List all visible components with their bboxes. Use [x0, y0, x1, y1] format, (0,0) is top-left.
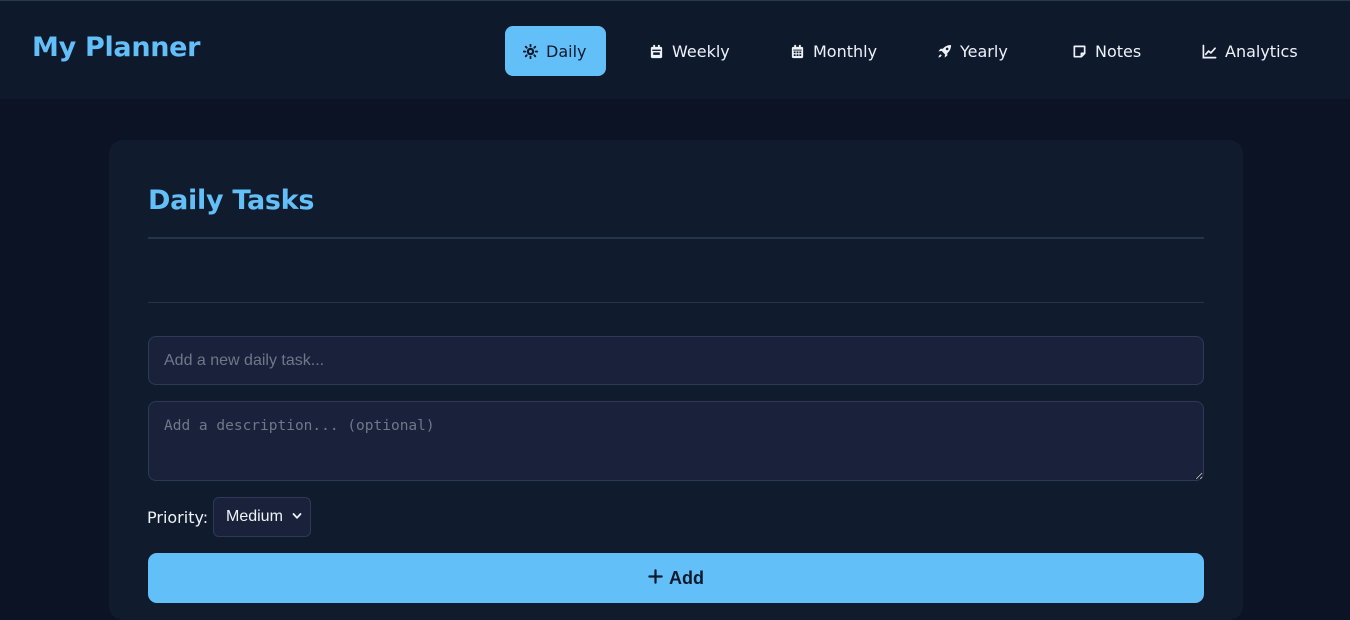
- nav-analytics-tab[interactable]: Analytics: [1184, 26, 1316, 76]
- chevron-down-icon: [292, 508, 302, 526]
- plus-icon: [648, 568, 663, 589]
- section-divider: [148, 302, 1204, 303]
- nav-notes-tab[interactable]: Notes: [1054, 26, 1159, 76]
- priority-selected-value: Medium: [226, 508, 283, 525]
- nav-yearly-label: Yearly: [960, 41, 1008, 61]
- nav-weekly-label: Weekly: [672, 41, 730, 61]
- top-bar: My Planner Daily Weekly Monthly Yearly N…: [0, 0, 1350, 99]
- nav-weekly-tab[interactable]: Weekly: [631, 26, 748, 76]
- line-chart-icon: [1202, 44, 1217, 59]
- title-divider: [148, 237, 1204, 239]
- priority-label: Priority:: [147, 508, 209, 527]
- add-task-button[interactable]: Add: [148, 553, 1204, 603]
- daily-tasks-card: Daily Tasks Priority: Medium Add: [109, 140, 1243, 620]
- app-title: My Planner: [32, 32, 201, 63]
- priority-select[interactable]: Medium: [213, 497, 311, 537]
- nav-notes-label: Notes: [1095, 41, 1142, 61]
- rocket-icon: [937, 44, 952, 59]
- task-input[interactable]: [148, 336, 1204, 385]
- nav-daily-tab[interactable]: Daily: [505, 26, 606, 76]
- nav-daily-label: Daily: [546, 41, 587, 61]
- sun-icon: [523, 43, 538, 59]
- nav-monthly-label: Monthly: [813, 41, 878, 61]
- nav-analytics-label: Analytics: [1225, 41, 1298, 61]
- add-button-label: Add: [669, 567, 704, 588]
- description-input[interactable]: [148, 401, 1204, 481]
- calendar-month-icon: [790, 44, 805, 59]
- nav-yearly-tab[interactable]: Yearly: [919, 26, 1026, 76]
- note-icon: [1072, 44, 1087, 59]
- calendar-week-icon: [649, 44, 664, 59]
- page-title: Daily Tasks: [148, 185, 315, 216]
- nav-monthly-tab[interactable]: Monthly: [772, 26, 895, 76]
